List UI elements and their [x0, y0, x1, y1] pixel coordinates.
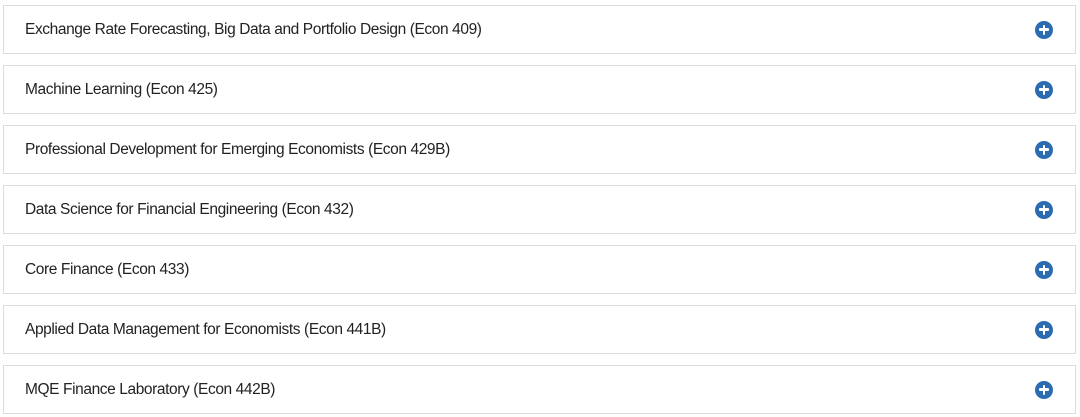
accordion-item-label: Data Science for Financial Engineering (… [25, 200, 354, 218]
course-accordion: Exchange Rate Forecasting, Big Data and … [0, 0, 1080, 417]
accordion-item-econ-441b[interactable]: Applied Data Management for Economists (… [3, 305, 1076, 354]
accordion-item-label: Core Finance (Econ 433) [25, 260, 189, 278]
accordion-item-econ-425[interactable]: Machine Learning (Econ 425) [3, 65, 1076, 114]
plus-circle-icon[interactable] [1035, 80, 1053, 99]
accordion-item-econ-442b[interactable]: MQE Finance Laboratory (Econ 442B) [3, 365, 1076, 414]
plus-circle-icon[interactable] [1035, 200, 1053, 219]
accordion-item-econ-433[interactable]: Core Finance (Econ 433) [3, 245, 1076, 294]
plus-circle-icon[interactable] [1035, 380, 1053, 399]
plus-circle-icon[interactable] [1035, 260, 1053, 279]
accordion-item-label: MQE Finance Laboratory (Econ 442B) [25, 380, 276, 398]
accordion-item-label: Applied Data Management for Economists (… [25, 320, 386, 338]
accordion-item-label: Exchange Rate Forecasting, Big Data and … [25, 20, 482, 38]
accordion-item-econ-432[interactable]: Data Science for Financial Engineering (… [3, 185, 1076, 234]
plus-circle-icon[interactable] [1035, 140, 1053, 159]
plus-circle-icon[interactable] [1035, 320, 1053, 339]
accordion-item-label: Machine Learning (Econ 425) [25, 80, 218, 98]
accordion-item-econ-409[interactable]: Exchange Rate Forecasting, Big Data and … [3, 5, 1076, 54]
accordion-item-label: Professional Development for Emerging Ec… [25, 140, 450, 158]
accordion-item-econ-429b[interactable]: Professional Development for Emerging Ec… [3, 125, 1076, 174]
plus-circle-icon[interactable] [1035, 20, 1053, 39]
